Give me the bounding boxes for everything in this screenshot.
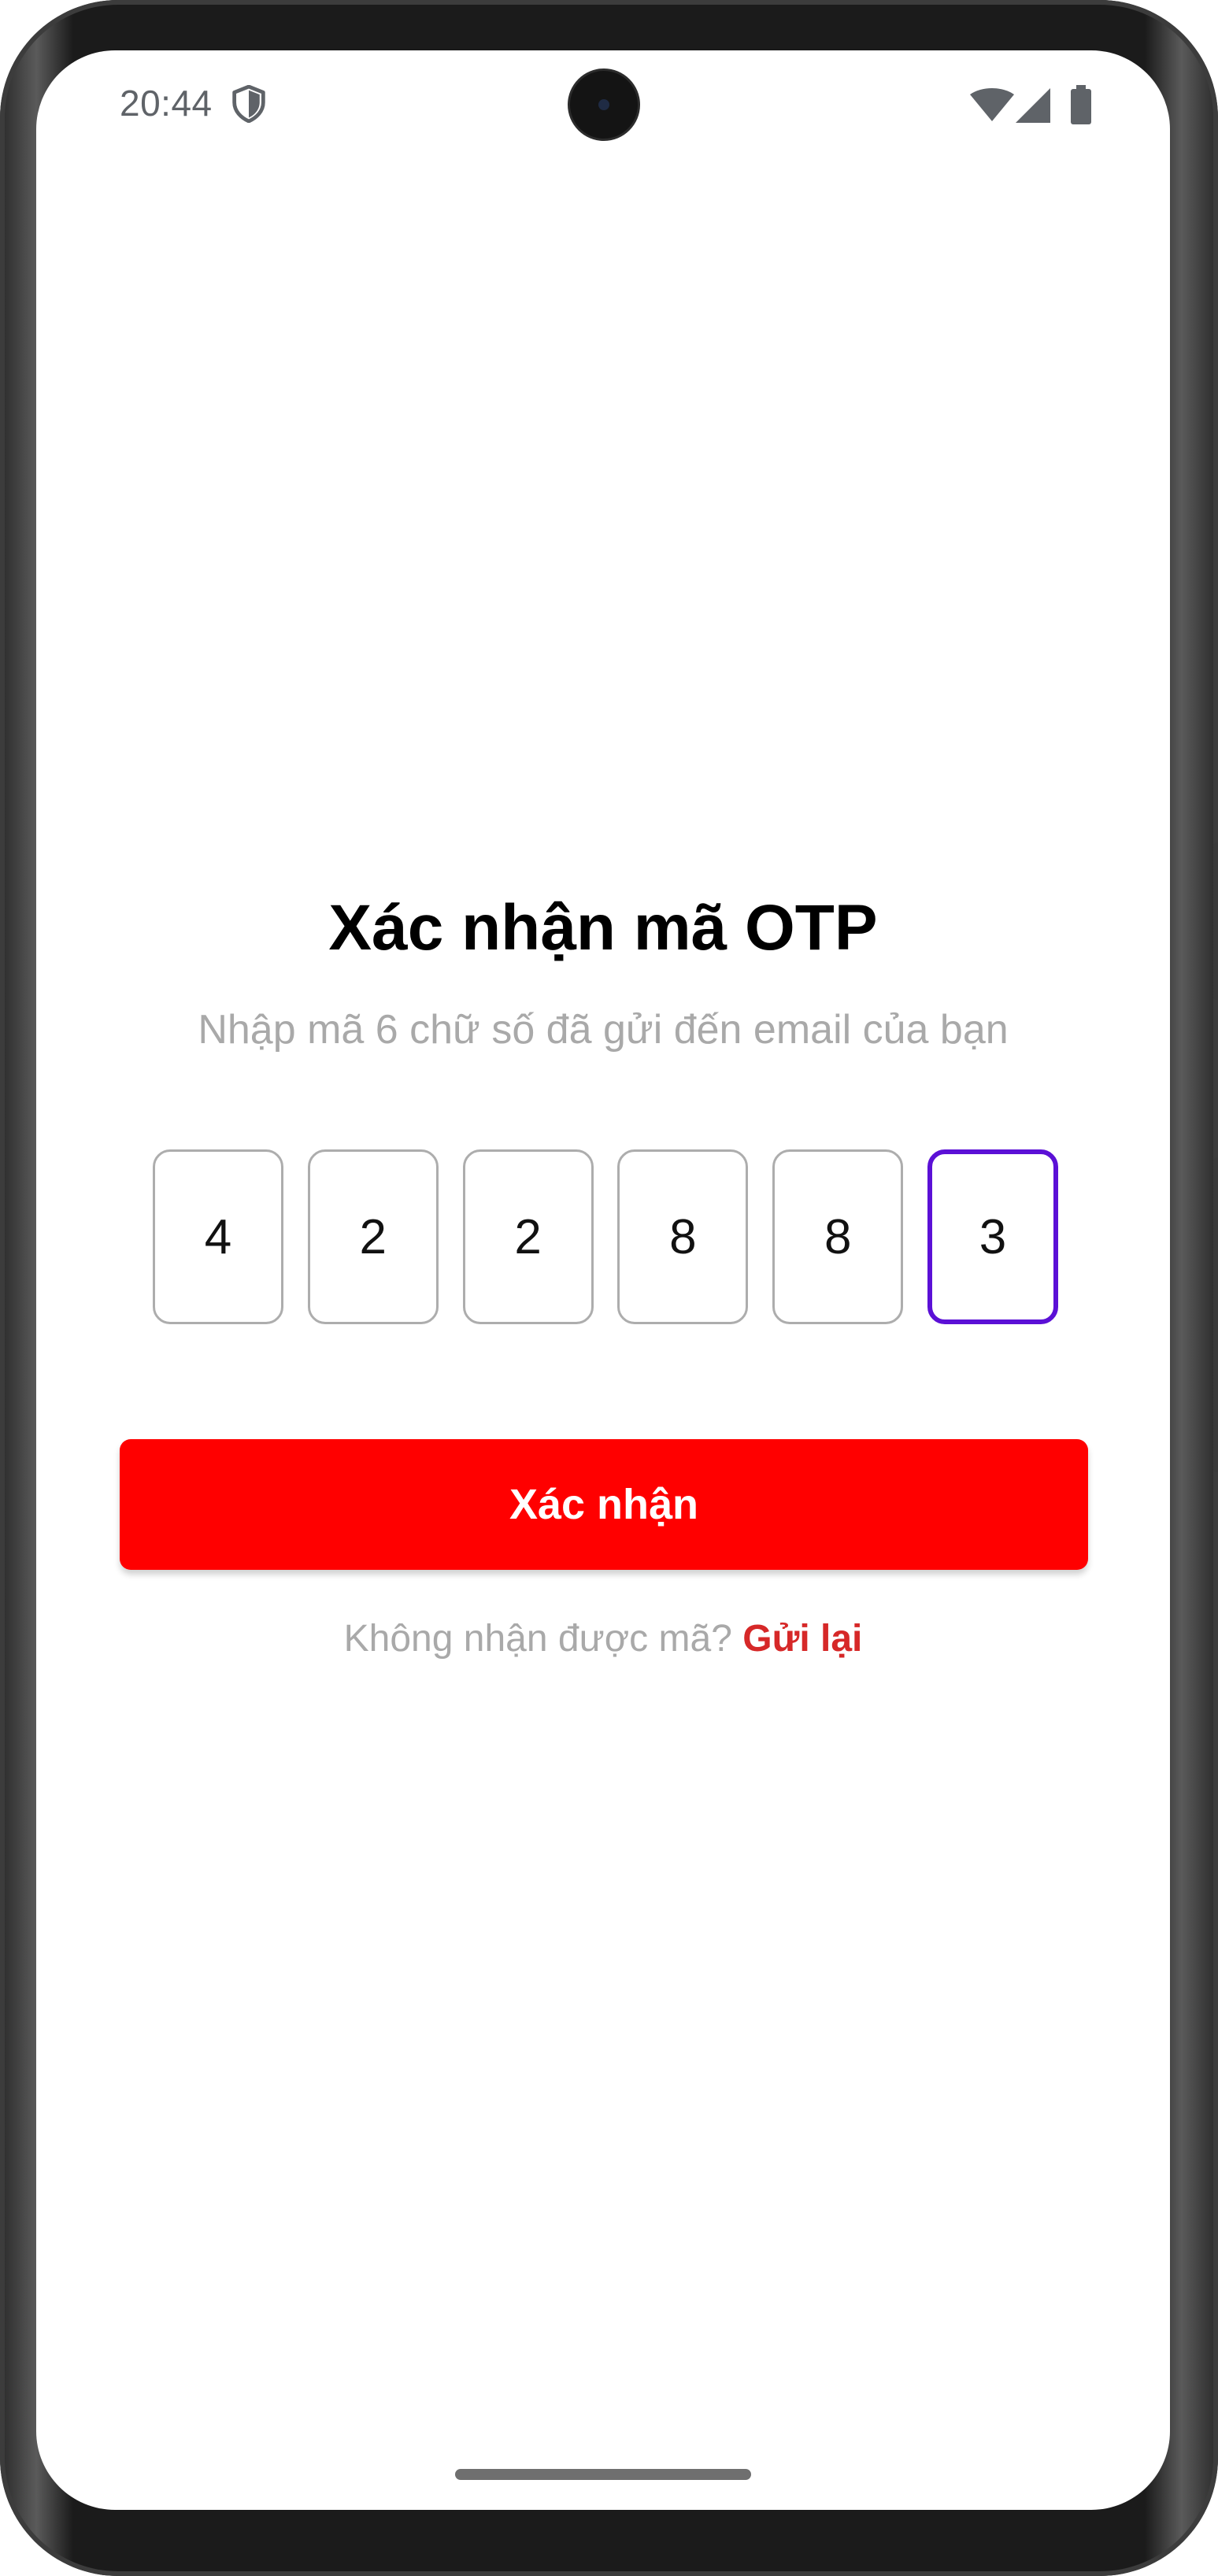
side-button-lower <box>1213 1157 1218 1472</box>
confirm-button[interactable]: Xác nhận <box>120 1439 1088 1570</box>
side-button-upper <box>1213 842 1218 1000</box>
status-time: 20:44 <box>120 83 213 124</box>
otp-digit-1[interactable]: 4 <box>153 1149 283 1324</box>
resend-prompt: Không nhận được mã? <box>343 1618 732 1660</box>
page-subtitle: Nhập mã 6 chữ số đã gửi đến email của bạ… <box>198 1007 1009 1053</box>
otp-digit-3[interactable]: 2 <box>462 1149 594 1324</box>
otp-digit-5[interactable]: 8 <box>772 1149 904 1324</box>
screen: 20:44 Xác nhận mã OTP Nhập mã 6 chữ số đ… <box>36 50 1170 2510</box>
otp-digit-6[interactable]: 3 <box>927 1149 1058 1324</box>
phone-frame: 20:44 Xác nhận mã OTP Nhập mã 6 chữ số đ… <box>0 0 1218 2576</box>
otp-input-group: 4 2 2 8 8 3 <box>153 1149 1058 1327</box>
wifi-icon <box>970 88 1014 121</box>
resend-row: Không nhận được mã? Gửi lại <box>36 1617 1170 1660</box>
page-title: Xác nhận mã OTP <box>328 892 878 964</box>
signal-icon <box>1016 88 1050 123</box>
resend-link[interactable]: Gửi lại <box>742 1618 862 1660</box>
otp-digit-4[interactable]: 8 <box>617 1149 749 1324</box>
otp-digit-2[interactable]: 2 <box>307 1149 439 1324</box>
front-camera <box>570 71 638 139</box>
battery-icon <box>1071 85 1091 124</box>
status-bar: 20:44 <box>36 50 1170 168</box>
shield-icon <box>232 85 265 123</box>
home-indicator[interactable] <box>455 2469 751 2480</box>
